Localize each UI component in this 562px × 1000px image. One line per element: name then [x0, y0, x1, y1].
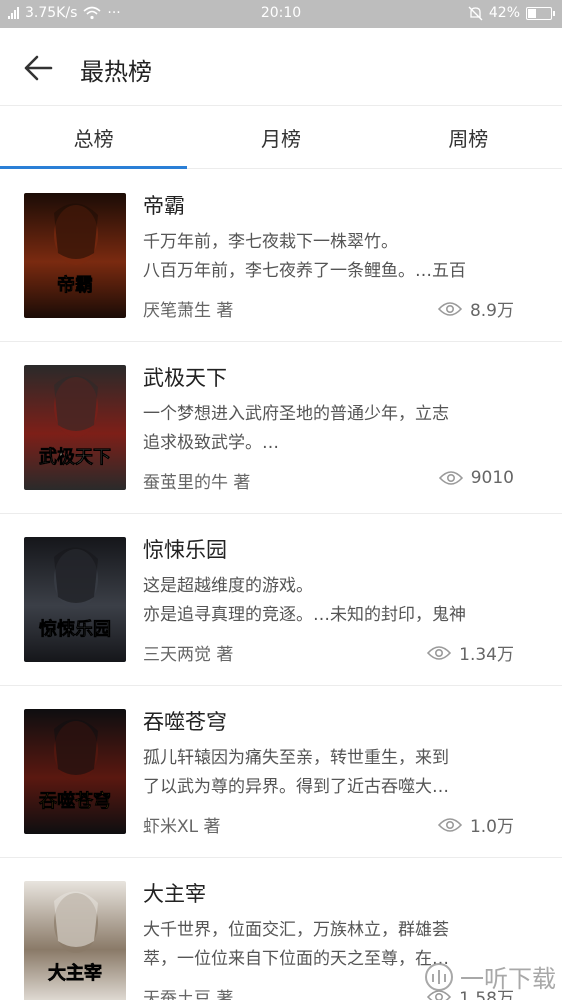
description-line: 八百万年前，李七夜养了一条鲤鱼。…五百	[143, 261, 466, 281]
watermark-text: 一听下载	[460, 965, 556, 993]
description-line: 一个梦想进入武府圣地的普通少年，立志	[143, 404, 449, 424]
book-cover[interactable]: 吞噬苍穹	[24, 709, 126, 834]
tab-bar: 总榜 月榜 周榜	[0, 107, 562, 169]
book-list-item[interactable]: 惊悚乐园 惊悚乐园 这是超越维度的游戏。 亦是追寻真理的竞逐。…未知的封印，鬼神…	[0, 514, 562, 686]
arrow-left-icon	[24, 55, 53, 81]
description-line: 千万年前，李七夜栽下一株翠竹。	[143, 232, 398, 252]
eye-icon	[427, 645, 452, 661]
eye-icon	[438, 470, 463, 486]
eye-icon	[437, 817, 462, 833]
battery-icon	[526, 6, 555, 20]
book-title[interactable]: 帝霸	[143, 190, 185, 220]
book-cover[interactable]: 惊悚乐园	[24, 537, 126, 662]
view-count-value: 1.0万	[469, 817, 514, 837]
cover-title-art: 惊悚乐园	[39, 618, 111, 640]
mute-bell-icon	[468, 6, 483, 20]
watermark-logo-icon	[425, 962, 453, 991]
book-list: 帝霸 帝霸 千万年前，李七夜栽下一株翠竹。 八百万年前，李七夜养了一条鲤鱼。…五…	[0, 170, 562, 1000]
view-count-value: 8.9万	[469, 301, 514, 321]
book-author: 三天两觉 著	[143, 645, 234, 665]
view-count-value: 1.34万	[459, 645, 514, 665]
title-bar: 最热榜	[0, 28, 562, 106]
description-line: 了以武为尊的异界。得到了近古吞噬大…	[143, 777, 449, 797]
book-cover[interactable]: 武极天下	[24, 365, 126, 490]
status-bar: 3.75K/s ··· 20:10 42%	[0, 0, 562, 28]
tab-label: 总榜	[73, 127, 114, 151]
description-line: 亦是追寻真理的竞逐。…未知的封印，鬼神	[143, 605, 466, 625]
book-description: 这是超越维度的游戏。 亦是追寻真理的竞逐。…未知的封印，鬼神	[143, 572, 523, 630]
tab-overall[interactable]: 总榜	[0, 107, 188, 169]
book-list-item[interactable]: 吞噬苍穹 吞噬苍穹 孤儿轩辕因为痛失至亲，转世重生，来到 了以武为尊的异界。得到…	[0, 686, 562, 858]
book-author: 厌笔萧生 著	[143, 301, 234, 321]
book-list-item[interactable]: 帝霸 帝霸 千万年前，李七夜栽下一株翠竹。 八百万年前，李七夜养了一条鲤鱼。…五…	[0, 170, 562, 342]
book-description: 一个梦想进入武府圣地的普通少年，立志 追求极致武学。…	[143, 400, 523, 458]
book-list-item[interactable]: 武极天下 武极天下 一个梦想进入武府圣地的普通少年，立志 追求极致武学。… 蚕茧…	[0, 342, 562, 514]
book-title[interactable]: 武极天下	[143, 362, 227, 392]
cover-title-art: 武极天下	[39, 447, 111, 468]
book-author: 天蚕土豆 著	[143, 989, 234, 1000]
tab-label: 月榜	[260, 127, 301, 151]
watermark: 一听下载	[424, 959, 556, 994]
book-title[interactable]: 吞噬苍穹	[143, 706, 227, 736]
view-count: 8.9万	[437, 296, 514, 321]
description-line: 这是超越维度的游戏。	[143, 576, 313, 596]
book-description: 孤儿轩辕因为痛失至亲，转世重生，来到 了以武为尊的异界。得到了近古吞噬大…	[143, 744, 523, 802]
tab-monthly[interactable]: 月榜	[187, 107, 374, 168]
cover-title-art: 吞噬苍穹	[39, 790, 111, 812]
tab-label: 周榜	[448, 127, 489, 151]
book-title[interactable]: 大主宰	[143, 878, 206, 908]
back-button[interactable]	[18, 50, 58, 86]
book-author: 虾米XL 著	[143, 817, 221, 837]
cover-title-art: 大主宰	[48, 962, 102, 984]
book-author: 蚕茧里的牛 著	[143, 473, 251, 493]
description-line: 孤儿轩辕因为痛失至亲，转世重生，来到	[143, 748, 449, 768]
view-count-value: 9010	[470, 468, 514, 488]
status-right: 42%	[468, 5, 555, 21]
page-title: 最热榜	[80, 58, 152, 86]
book-description: 千万年前，李七夜栽下一株翠竹。 八百万年前，李七夜养了一条鲤鱼。…五百	[143, 228, 523, 286]
description-line: 追求极致武学。…	[143, 433, 279, 453]
view-count: 1.0万	[437, 812, 514, 837]
eye-icon	[437, 301, 462, 317]
view-count: 1.34万	[427, 640, 514, 665]
view-count: 9010	[438, 468, 514, 488]
tab-weekly[interactable]: 周榜	[375, 107, 562, 168]
battery-percent: 42%	[488, 5, 520, 21]
cover-title-art: 帝霸	[57, 274, 93, 296]
description-line: 大千世界，位面交汇，万族林立，群雄荟	[143, 920, 449, 940]
book-title[interactable]: 惊悚乐园	[143, 534, 227, 564]
book-cover[interactable]: 大主宰	[24, 881, 126, 1000]
book-cover[interactable]: 帝霸	[24, 193, 126, 318]
